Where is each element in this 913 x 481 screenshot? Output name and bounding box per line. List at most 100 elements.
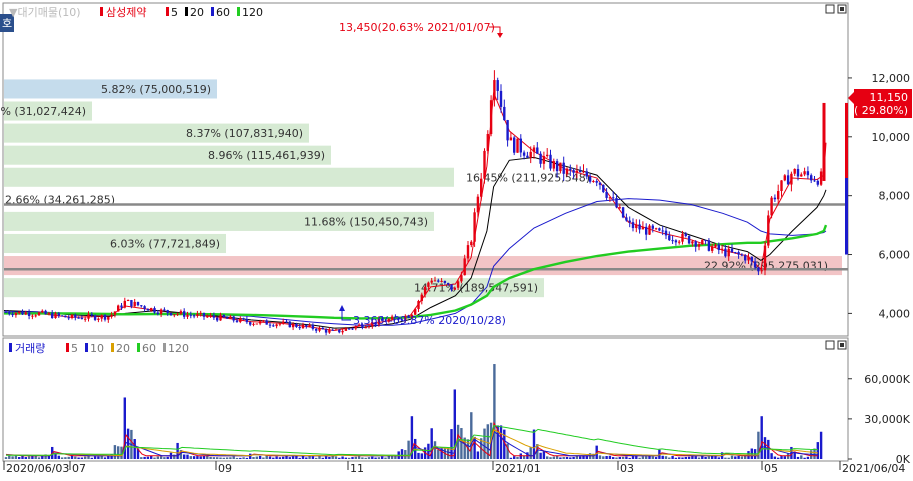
- volume-bar: [311, 456, 315, 459]
- candle-body: [810, 175, 813, 181]
- candle-body: [701, 240, 704, 245]
- candle-body: [602, 184, 605, 192]
- volume-bar: [816, 442, 819, 459]
- candle-body: [447, 282, 450, 285]
- candle-body: [493, 80, 496, 101]
- candle-body: [724, 248, 727, 257]
- supply-band-label: 5.82% (75,000,519): [101, 83, 211, 96]
- candle-body: [684, 233, 687, 236]
- volume-bar: [11, 456, 14, 459]
- candle-body: [737, 252, 740, 255]
- volume-bar: [64, 457, 67, 459]
- candle-body: [169, 312, 173, 316]
- volume-bar: [140, 457, 143, 459]
- candle-body: [4, 311, 8, 313]
- volume-bar: [407, 440, 410, 459]
- candle-body: [344, 328, 348, 331]
- candle-body: [206, 316, 209, 318]
- candle-body: [615, 198, 618, 208]
- price-legend: ▼대기매물(10) 삼성제약 5 20 60 120: [9, 5, 263, 19]
- volume-bar: [291, 456, 295, 459]
- legend-ma-label: 120: [242, 6, 263, 19]
- current-price-badge: 11,150 ( 29.80%): [848, 89, 912, 118]
- legend-ma-marker: [166, 7, 169, 16]
- volume-bar: [565, 456, 569, 459]
- volume-legend-ma-marker: [85, 343, 88, 352]
- candle-body: [635, 224, 638, 229]
- window-square-icon[interactable]: [825, 4, 835, 14]
- candle-body: [113, 311, 117, 315]
- candle-body: [37, 312, 41, 316]
- candle-body: [331, 329, 334, 331]
- volume-bar: [628, 457, 631, 459]
- candle-body: [638, 224, 641, 230]
- volume-bar: [539, 452, 542, 459]
- volume-bar: [519, 453, 522, 459]
- volume-bar: [559, 457, 562, 459]
- candle-body: [41, 310, 44, 313]
- candle-body: [691, 241, 694, 244]
- volume-bar: [351, 457, 354, 459]
- volume-bar: [159, 456, 163, 459]
- candle-body: [328, 329, 331, 333]
- price-tick-label: 6,000: [879, 249, 911, 262]
- candle-body: [242, 318, 245, 320]
- candle-body: [146, 308, 150, 311]
- volume-bar: [308, 456, 311, 459]
- volume-panel-frame: [2, 337, 849, 462]
- supply-band-bar: [4, 167, 454, 187]
- volume-bar: [499, 425, 503, 459]
- window-square-icon[interactable]: [825, 340, 835, 350]
- candle-body: [54, 313, 57, 319]
- x-tick-label: 2021/01: [495, 462, 541, 475]
- volume-legend-ma-marker: [137, 343, 140, 352]
- volume-bar: [242, 457, 245, 459]
- volume-bar: [697, 457, 701, 459]
- volume-bar: [77, 457, 80, 459]
- candle-body: [110, 314, 113, 317]
- candle-body: [173, 314, 176, 316]
- candle-body: [480, 178, 483, 197]
- candle-body: [21, 311, 24, 315]
- volume-bar: [357, 456, 361, 459]
- volume-bar: [318, 456, 321, 459]
- volume-bar: [612, 457, 615, 459]
- legend-ma-marker: [237, 7, 240, 16]
- volume-bar: [103, 457, 107, 459]
- volume-bar: [324, 456, 328, 459]
- volume-bar: [813, 448, 816, 459]
- volume-legend-ma-marker: [66, 343, 69, 352]
- volume-bar: [321, 457, 324, 459]
- candle-body: [318, 327, 321, 331]
- volume-bar: [777, 457, 780, 459]
- candle-body: [750, 256, 753, 262]
- volume-legend-ma-label: 5: [71, 342, 78, 355]
- volume-bar: [232, 456, 235, 459]
- candle-body: [268, 324, 272, 326]
- stock-chart-svg[interactable]: 호 5.82% (75,000,519)2.41% (31,027,424)8.…: [0, 0, 913, 477]
- candle-body: [522, 152, 526, 156]
- volume-bar: [483, 428, 486, 459]
- volume-bar: [387, 455, 390, 459]
- candle-body: [272, 325, 275, 327]
- candle-body: [77, 317, 80, 319]
- candle-body: [285, 321, 288, 323]
- candle-body: [770, 197, 773, 216]
- volume-legend-ma-marker: [163, 343, 166, 352]
- candle-body: [183, 311, 186, 317]
- volume-bar: [176, 442, 179, 459]
- price-tick-label: 10,000: [872, 131, 911, 144]
- candle-body: [51, 313, 54, 319]
- volume-bar: [57, 455, 60, 459]
- price-scale-marker-down: [845, 178, 848, 255]
- supply-band-label: 8.37% (107,831,940): [186, 127, 303, 140]
- volume-bar: [361, 457, 364, 459]
- volume-bar: [189, 456, 192, 459]
- candle-body: [704, 240, 707, 242]
- volume-bar: [730, 455, 734, 459]
- candle-body: [549, 154, 552, 169]
- volume-bar: [344, 457, 348, 459]
- candle-body: [496, 80, 499, 91]
- candle-body: [460, 275, 463, 282]
- candle-body: [262, 320, 265, 322]
